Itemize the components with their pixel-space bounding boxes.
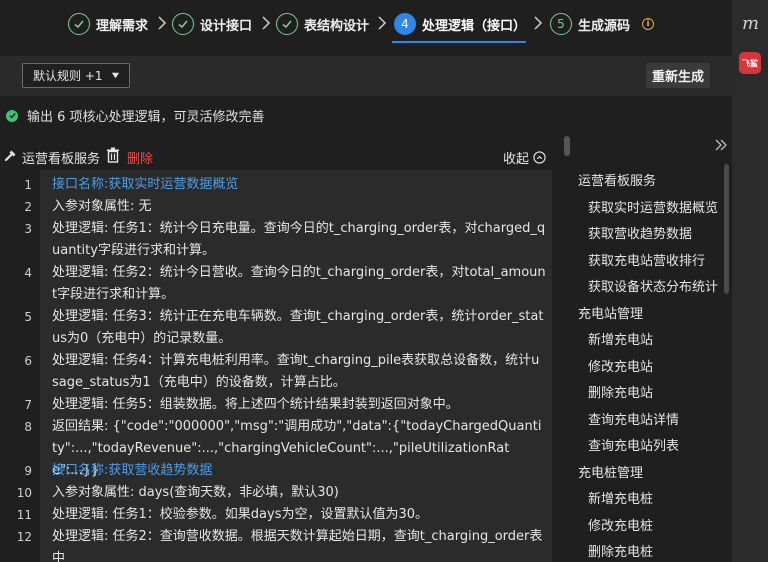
app-badge[interactable]: 飞鲨 — [739, 52, 761, 74]
line-number: 9 — [24, 464, 32, 478]
line-number: 1 — [24, 178, 32, 192]
rule-select-value: 默认规则 +1 — [33, 69, 103, 83]
editor-scrollbar[interactable] — [564, 136, 570, 156]
tree-item[interactable]: 新增充电桩 — [588, 488, 653, 507]
info-icon[interactable]: i — [642, 18, 654, 30]
step-number: 5 — [550, 13, 572, 35]
code-line[interactable]: 7 处理逻辑: 任务5：组装数据。将上述四个统计结果封装到返回对象中。 — [0, 394, 552, 416]
step-2[interactable]: 设计接口 — [172, 11, 252, 37]
chevron-up-circle-icon — [533, 151, 546, 164]
step-1[interactable]: 理解需求 — [68, 11, 148, 37]
code-line-text: 处理逻辑: 任务2：查询营收数据。根据天数计算起始日期，查询t_charging… — [52, 529, 543, 562]
tree-group[interactable]: 运营看板服务 — [578, 170, 656, 189]
line-number: 2 — [24, 200, 32, 214]
tree-item[interactable]: 新增充电站 — [588, 329, 653, 348]
tree-group[interactable]: 充电站管理 — [578, 303, 643, 322]
code-line[interactable]: 5 处理逻辑: 任务3：统计正在充电车辆数。查询t_charging_order表… — [0, 306, 552, 350]
step-label: 表结构设计 — [304, 18, 370, 34]
code-line[interactable]: 1 接口名称:获取实时运营数据概览 — [0, 174, 552, 196]
caret-down-icon — [111, 72, 120, 79]
service-label: 运营看板服务 — [22, 152, 101, 167]
code-line-text: 处理逻辑: 任务1：校验参数。如果days为空，设置默认值为30。 — [52, 507, 429, 522]
check-icon — [172, 13, 194, 35]
tree-item[interactable]: 获取营收趋势数据 — [588, 223, 692, 242]
tree-item[interactable]: 获取实时运营数据概览 — [588, 197, 718, 216]
delete-button[interactable]: 删除 — [127, 148, 153, 167]
tree-item[interactable]: 获取设备状态分布统计 — [588, 276, 718, 295]
tree-group[interactable]: 充电桩管理 — [578, 462, 643, 481]
chevron-right-icon — [158, 16, 167, 30]
tree-item[interactable]: 删除充电站 — [588, 382, 653, 401]
tree-item[interactable]: 删除充电桩 — [588, 541, 653, 560]
code-line[interactable]: 2 入参对象属性: 无 — [0, 196, 552, 218]
collapse-label: 收起 — [503, 152, 530, 167]
line-number: 3 — [24, 222, 32, 236]
step-label: 理解需求 — [96, 18, 149, 34]
right-rail: m 飞鲨 — [732, 0, 768, 562]
code-line[interactable]: 12 处理逻辑: 任务2：查询营收数据。根据天数计算起始日期，查询t_chargi… — [0, 526, 552, 562]
code-line-text: 处理逻辑: 任务3：统计正在充电车辆数。查询t_charging_order表，… — [52, 309, 544, 346]
code-line-text: 处理逻辑: 任务1：统计今日充电量。查询今日的t_charging_order表… — [52, 221, 546, 258]
tree-item[interactable]: 查询充电站详情 — [588, 409, 679, 428]
code-line-text: 处理逻辑: 任务2：统计今日营收。查询今日的t_charging_order表，… — [52, 265, 546, 302]
chevron-right-icon — [262, 16, 271, 30]
step-label: 生成源码 — [578, 18, 631, 34]
step-4[interactable]: 4 处理逻辑（接口） — [394, 11, 526, 37]
editor-header: 运营看板服务 删除 收起 — [0, 144, 552, 168]
code-line-text: 入参对象属性: 无 — [52, 199, 152, 214]
interface-name-line: 接口名称:获取营收趋势数据 — [52, 463, 213, 478]
code-line[interactable]: 8 返回结果: {"code":"000000","msg":"调用成功","da… — [0, 416, 552, 478]
step-label: 设计接口 — [200, 18, 253, 34]
success-icon — [6, 109, 18, 122]
trash-icon[interactable] — [106, 147, 120, 163]
code-line[interactable]: 3 处理逻辑: 任务1：统计今日充电量。查询今日的t_charging_order… — [0, 218, 552, 262]
line-number: 11 — [16, 508, 32, 522]
line-number: 10 — [16, 486, 32, 500]
code-line-text: 处理逻辑: 任务4：计算充电桩利用率。查询t_charging_pile表获取总… — [52, 353, 540, 390]
active-step-underline — [392, 41, 526, 43]
chevron-right-icon — [534, 16, 543, 30]
line-number: 7 — [24, 398, 32, 412]
chevron-right-icon — [378, 16, 387, 30]
code-editor[interactable]: 1 接口名称:获取实时运营数据概览 2 入参对象属性: 无 3 处理逻辑: 任务1：统计今… — [0, 170, 552, 562]
tool-icon — [4, 150, 16, 162]
tree-scrollbar[interactable] — [724, 164, 729, 294]
regenerate-button[interactable]: 重新生成 — [646, 63, 710, 88]
stepper: 理解需求 设计接口 表结构设计 4 处理逻辑（接口） 5 生成源码 i — [0, 0, 732, 52]
step-3[interactable]: 表结构设计 — [276, 11, 369, 37]
tree-item[interactable]: 获取充电站营收排行 — [588, 250, 705, 269]
code-line[interactable]: 4 处理逻辑: 任务2：统计今日营收。查询今日的t_charging_order表… — [0, 262, 552, 306]
check-icon — [276, 13, 298, 35]
interface-name-line: 接口名称:获取实时运营数据概览 — [52, 177, 239, 192]
code-line[interactable]: 6 处理逻辑: 任务4：计算充电桩利用率。查询t_charging_pile表获取… — [0, 350, 552, 394]
tree-item[interactable]: 修改充电站 — [588, 356, 653, 375]
status-text: 输出 6 项核心处理逻辑，可灵活修改完善 — [27, 110, 265, 125]
tree-item[interactable]: 修改充电桩 — [588, 515, 653, 534]
code-line-text: 处理逻辑: 任务5：组装数据。将上述四个统计结果封装到返回对象中。 — [52, 397, 459, 412]
double-chevron-right-icon[interactable] — [714, 138, 728, 152]
rule-select[interactable]: 默认规则 +1 — [22, 63, 130, 88]
status-message: 输出 6 项核心处理逻辑，可灵活修改完善 — [6, 106, 265, 125]
check-icon — [68, 13, 90, 35]
toolbar: 默认规则 +1 重新生成 — [0, 56, 732, 96]
line-number: 12 — [16, 530, 32, 544]
line-number: 4 — [24, 266, 32, 280]
step-number: 4 — [394, 13, 416, 35]
code-line[interactable]: 9 接口名称:获取营收趋势数据 — [0, 460, 552, 482]
line-number: 6 — [24, 354, 32, 368]
collapse-button[interactable]: 收起 — [503, 148, 546, 167]
line-number: 8 — [24, 420, 32, 434]
line-number: 5 — [24, 310, 32, 324]
step-label: 处理逻辑（接口） — [422, 18, 527, 34]
code-line-text: 入参对象属性: days(查询天数，非必填，默认30) — [52, 485, 339, 500]
code-line[interactable]: 10 入参对象属性: days(查询天数，非必填，默认30) — [0, 482, 552, 504]
rail-logo[interactable]: m — [742, 13, 759, 34]
step-5[interactable]: 5 生成源码 — [550, 11, 630, 37]
code-line[interactable]: 11 处理逻辑: 任务1：校验参数。如果days为空，设置默认值为30。 — [0, 504, 552, 526]
tree-item[interactable]: 查询充电站列表 — [588, 435, 679, 454]
